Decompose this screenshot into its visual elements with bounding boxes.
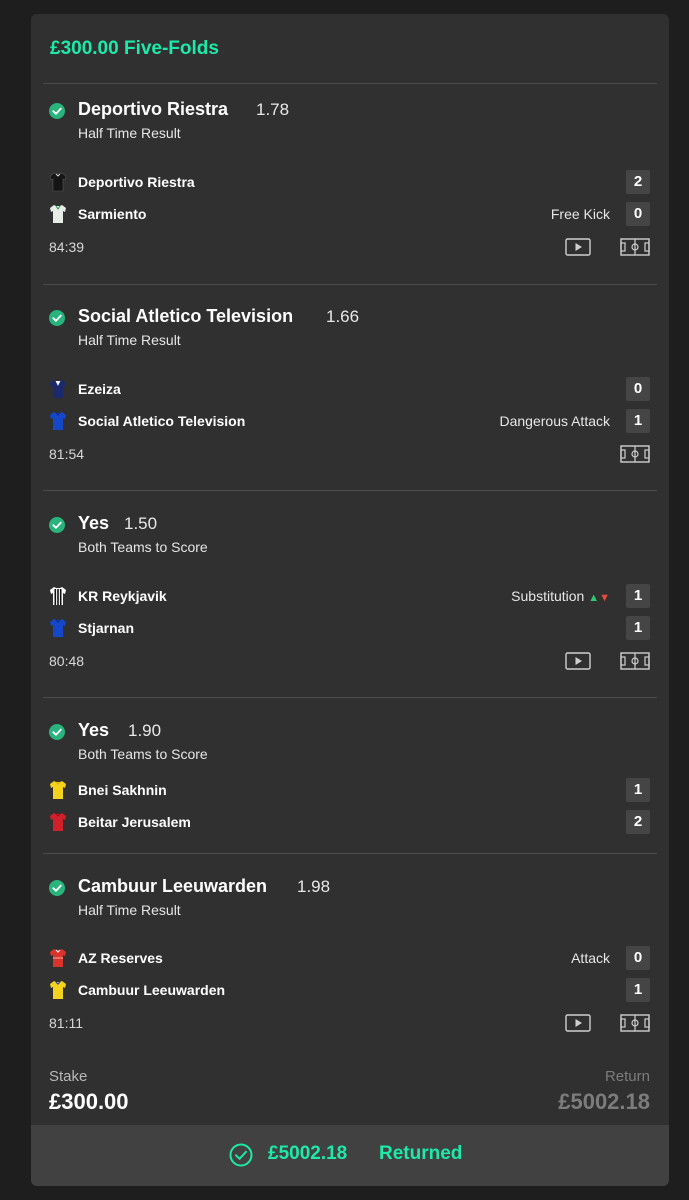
team-name: Bnei Sakhnin bbox=[78, 782, 167, 798]
selection-name: Yes bbox=[78, 513, 110, 533]
pitch-icon[interactable] bbox=[620, 445, 650, 463]
team-name: Stjarnan bbox=[78, 620, 135, 636]
bet-title: £300.00 Five-Folds bbox=[50, 38, 219, 59]
shirt-icon bbox=[50, 619, 66, 637]
team-row: Bnei Sakhnin 1 bbox=[31, 778, 669, 802]
arrow-down-icon: ▼ bbox=[599, 592, 610, 604]
team-row: Ezeiza 0 bbox=[31, 377, 669, 401]
shirt-icon bbox=[50, 813, 66, 831]
selection-name: Yes bbox=[78, 720, 110, 740]
team-row: Cambuur Leeuwarden 1 bbox=[31, 978, 669, 1002]
check-circle-icon bbox=[49, 310, 65, 326]
divider bbox=[43, 284, 657, 285]
check-circle-icon bbox=[49, 103, 65, 119]
return-label: Return bbox=[604, 1068, 650, 1085]
team-name: Cambuur Leeuwarden bbox=[78, 982, 226, 998]
selection-name: Deportivo Riestra bbox=[78, 99, 229, 119]
check-circle-icon bbox=[229, 1143, 253, 1167]
team-name: Sarmiento bbox=[78, 206, 147, 222]
match-clock: 84:39 bbox=[49, 239, 85, 255]
divider bbox=[43, 490, 657, 491]
match-event: Attack bbox=[571, 950, 610, 966]
match-clock: 81:54 bbox=[49, 446, 85, 462]
shirt-icon bbox=[49, 172, 67, 192]
check-circle-icon bbox=[49, 880, 65, 896]
selection-odds: 1.66 bbox=[326, 307, 360, 326]
team-name: Social Atletico Television bbox=[78, 413, 246, 429]
check-circle-icon bbox=[49, 724, 65, 740]
team-score: 1 bbox=[626, 978, 650, 1002]
shirt-icon bbox=[50, 412, 66, 430]
team-score: 1 bbox=[626, 584, 650, 608]
returned-label: Returned bbox=[379, 1143, 463, 1164]
stake-label: Stake bbox=[49, 1068, 88, 1085]
shirt-icon bbox=[50, 781, 66, 799]
shirt-icon bbox=[50, 949, 66, 967]
team-row: AZ Reserves Attack 0 bbox=[31, 946, 669, 970]
selection-odds: 1.50 bbox=[124, 514, 158, 533]
shirt-icon bbox=[50, 587, 66, 605]
team-row: Social Atletico Television Dangerous Att… bbox=[31, 409, 669, 433]
team-score: 0 bbox=[626, 377, 650, 401]
pitch-icon[interactable] bbox=[620, 238, 650, 256]
team-name: Ezeiza bbox=[78, 381, 121, 397]
divider bbox=[43, 697, 657, 698]
team-score: 2 bbox=[626, 170, 650, 194]
shirt-icon bbox=[50, 205, 66, 223]
selection-odds: 1.78 bbox=[256, 100, 290, 119]
match-event: Free Kick bbox=[550, 206, 610, 222]
team-score: 1 bbox=[626, 409, 650, 433]
team-row: KR Reykjavik Substitution ▲▼ 1 bbox=[31, 584, 669, 608]
video-icon[interactable] bbox=[565, 238, 591, 256]
team-score: 0 bbox=[626, 946, 650, 970]
shirt-icon bbox=[50, 981, 66, 999]
team-name: Deportivo Riestra bbox=[78, 174, 195, 190]
selection-name: Cambuur Leeuwarden bbox=[78, 876, 268, 896]
pitch-icon[interactable] bbox=[620, 1014, 650, 1032]
selection-market: Half Time Result bbox=[78, 332, 181, 348]
stake-value: £300.00 bbox=[49, 1089, 129, 1114]
team-row: Beitar Jerusalem 2 bbox=[31, 810, 669, 834]
video-icon[interactable] bbox=[565, 652, 591, 670]
team-row: Deportivo Riestra 2 bbox=[31, 170, 669, 194]
selection-odds: 1.98 bbox=[297, 877, 331, 896]
divider bbox=[43, 853, 657, 854]
team-row: Stjarnan 1 bbox=[31, 616, 669, 640]
arrow-up-icon: ▲ bbox=[588, 592, 600, 604]
team-score: 1 bbox=[626, 616, 650, 640]
selection-market: Half Time Result bbox=[78, 125, 181, 141]
selection-market: Both Teams to Score bbox=[78, 539, 208, 555]
selection-odds: 1.90 bbox=[128, 721, 162, 740]
selection-name: Social Atletico Television bbox=[78, 306, 294, 326]
team-score: 0 bbox=[626, 202, 650, 226]
pitch-icon[interactable] bbox=[620, 652, 650, 670]
match-event: Substitution ▲▼ bbox=[511, 588, 610, 604]
team-row: Sarmiento Free Kick 0 bbox=[31, 202, 669, 226]
divider bbox=[43, 83, 657, 84]
team-name: KR Reykjavik bbox=[78, 588, 167, 604]
return-value: £5002.18 bbox=[558, 1089, 650, 1114]
returned-amount: £5002.18 bbox=[268, 1143, 348, 1164]
team-name: AZ Reserves bbox=[78, 950, 163, 966]
match-event: Dangerous Attack bbox=[499, 413, 610, 429]
team-name: Beitar Jerusalem bbox=[78, 814, 191, 830]
check-circle-icon bbox=[49, 517, 65, 533]
match-clock: 80:48 bbox=[49, 653, 85, 669]
shirt-icon bbox=[50, 380, 66, 398]
video-icon[interactable] bbox=[565, 1014, 591, 1032]
selection-market: Both Teams to Score bbox=[78, 746, 208, 762]
selection-market: Half Time Result bbox=[78, 902, 181, 918]
match-clock: 81:11 bbox=[49, 1015, 83, 1031]
team-score: 1 bbox=[626, 778, 650, 802]
bet-card: £300.00 Five-Folds Deportivo Riestra 1.7… bbox=[31, 14, 669, 1186]
returned-banner: £5002.18 Returned bbox=[31, 1125, 669, 1186]
team-score: 2 bbox=[626, 810, 650, 834]
